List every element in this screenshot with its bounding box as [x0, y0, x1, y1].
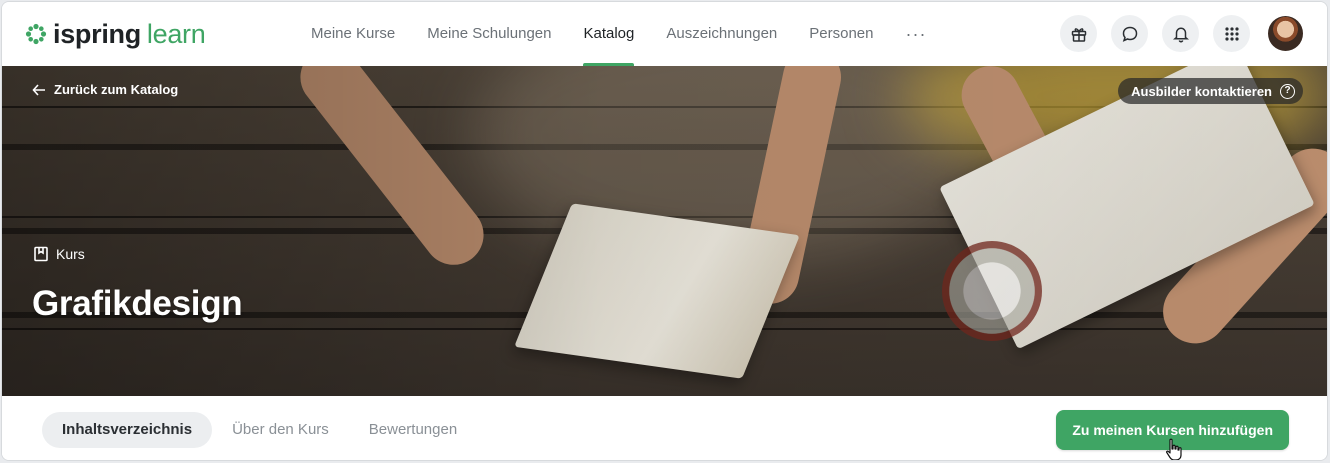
nav-item-meine-schulungen[interactable]: Meine Schulungen: [411, 2, 567, 66]
nav-item-katalog[interactable]: Katalog: [567, 2, 650, 66]
arrow-left-icon: [32, 83, 45, 96]
header-tools: [1060, 15, 1303, 52]
book-icon: [34, 246, 48, 262]
course-tabs: Inhaltsverzeichnis Über den Kurs Bewertu…: [42, 412, 477, 448]
apps-grid-icon[interactable]: [1213, 15, 1250, 52]
logo-brand-ispring: ispring: [53, 19, 141, 49]
hero-overlay: [2, 66, 1327, 396]
top-navigation-bar: ispring learn Meine Kurse Meine Schulunge…: [2, 2, 1327, 66]
logo-text: ispring learn: [53, 19, 206, 49]
back-link-label: Zurück zum Katalog: [54, 82, 179, 97]
hand-cursor-icon: [1166, 438, 1182, 460]
ispring-learn-logo[interactable]: ispring learn: [25, 19, 206, 49]
help-icon[interactable]: ?: [1280, 83, 1295, 99]
nav-item-meine-kurse[interactable]: Meine Kurse: [295, 2, 411, 66]
gift-icon[interactable]: [1060, 15, 1097, 52]
contact-instructor-label: Ausbilder kontaktieren: [1131, 83, 1272, 99]
course-hero-banner: Zurück zum Katalog Ausbilder kontaktiere…: [2, 66, 1327, 396]
bell-icon[interactable]: [1162, 15, 1199, 52]
course-type-label: Kurs: [33, 246, 85, 262]
course-tab-bar: Inhaltsverzeichnis Über den Kurs Bewertu…: [2, 396, 1327, 460]
nav-item-personen[interactable]: Personen: [793, 2, 889, 66]
logo-flower-icon: [25, 23, 47, 45]
course-title: Grafikdesign: [32, 284, 243, 323]
course-type-text: Kurs: [56, 246, 85, 262]
logo-brand-learn: learn: [146, 19, 206, 49]
user-avatar[interactable]: [1268, 16, 1303, 51]
back-to-catalog-link[interactable]: Zurück zum Katalog: [32, 82, 178, 97]
contact-instructor-button[interactable]: Ausbilder kontaktieren ?: [1118, 78, 1303, 104]
tab-ueber-den-kurs[interactable]: Über den Kurs: [212, 412, 349, 448]
tab-inhaltsverzeichnis[interactable]: Inhaltsverzeichnis: [42, 412, 213, 448]
nav-item-auszeichnungen[interactable]: Auszeichnungen: [650, 2, 793, 66]
main-nav: Meine Kurse Meine Schulungen Katalog Aus…: [295, 2, 942, 66]
nav-more-icon[interactable]: ···: [890, 2, 943, 66]
app-window: ispring learn Meine Kurse Meine Schulunge…: [1, 1, 1328, 461]
tab-bewertungen[interactable]: Bewertungen: [349, 412, 477, 448]
chat-icon[interactable]: [1111, 15, 1148, 52]
